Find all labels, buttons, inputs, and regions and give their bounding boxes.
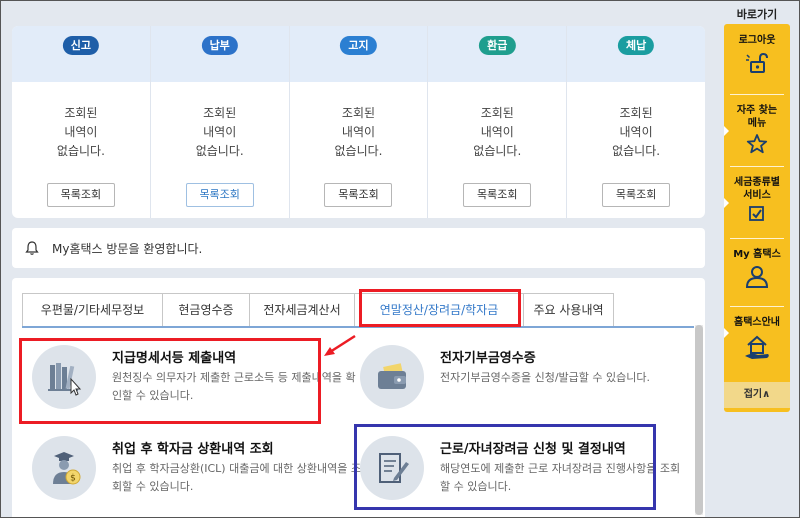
house-hand-icon	[745, 335, 769, 359]
scrollbar[interactable]	[695, 325, 703, 515]
quick-logout[interactable]: 로그아웃	[724, 26, 790, 92]
arrow-annotation-icon	[324, 334, 356, 356]
graduate-icon: $	[32, 436, 96, 500]
status-badge: 고지	[340, 36, 377, 55]
list-view-button[interactable]: 목록조회	[46, 183, 115, 207]
item-title: 근로/자녀장려금 신청 및 결정내역	[440, 442, 626, 457]
status-message: 조회된 내역이 없습니다.	[195, 106, 244, 158]
list-item-student-loan-repayment[interactable]: $ 취업 후 학자금 상환내역 조회 취업 후 학자금상환(ICL) 대출금에 …	[32, 436, 362, 516]
quick-my-hometax[interactable]: My 홈택스	[724, 240, 790, 306]
list-view-button[interactable]: 목록조회	[324, 183, 393, 207]
quick-frequent-menu[interactable]: 자주 찾는 메뉴	[724, 96, 790, 162]
status-badge: 체납	[617, 36, 655, 55]
item-description: 해당연도에 제출한 근로 자녀장려금 진행사항을 조회할 수 있습니다.	[440, 462, 681, 493]
books-icon	[32, 345, 96, 409]
welcome-text: My홈택스 방문을 환영합니다.	[52, 241, 203, 256]
list-item-e-donation-receipt[interactable]: 전자기부금영수증 전자기부금영수증을 신청/발급할 수 있습니다.	[360, 345, 690, 425]
quick-label: 세금종류별 서비스	[734, 177, 780, 201]
item-title: 전자기부금영수증	[440, 351, 536, 366]
item-description: 전자기부금영수증을 신청/발급할 수 있습니다.	[440, 371, 650, 384]
svg-text:$: $	[70, 474, 76, 484]
item-title: 지급명세서등 제출내역	[112, 351, 237, 366]
status-message: 조회된 내역이 없습니다.	[56, 106, 105, 158]
collapse-button[interactable]: 접기∧	[724, 382, 790, 408]
tab-cash-receipt[interactable]: 현금영수증	[162, 293, 250, 327]
status-column-report: 신고 조회된 내역이 없습니다. 목록조회	[12, 26, 151, 218]
status-column-payment: 납부 조회된 내역이 없습니다. 목록조회	[150, 26, 290, 218]
tab-main-usage[interactable]: 주요 사용내역	[523, 293, 614, 327]
status-badge: 신고	[62, 36, 100, 55]
quick-label: 자주 찾는 메뉴	[736, 105, 778, 129]
quick-links-bar: 로그아웃 자주 찾는 메뉴 세금종류별 서비스 My 홈택스 홈택스안내	[724, 24, 790, 412]
status-panel: 신고 조회된 내역이 없습니다. 목록조회 납부 조회된 내역이 없습니다. 목…	[12, 26, 705, 218]
tab-underline	[22, 326, 694, 328]
status-badge: 환급	[479, 36, 516, 55]
quick-tax-type-service[interactable]: 세금종류별 서비스	[724, 168, 790, 234]
list-item-withholding-statement[interactable]: 지급명세서등 제출내역 원천징수 의무자가 제출한 근로소득 등 제출내역을 확…	[32, 345, 362, 425]
list-view-button[interactable]: 목록조회	[463, 183, 532, 207]
quick-links-title: 바로가기	[736, 8, 778, 21]
quick-label: 홈택스안내	[734, 317, 780, 328]
list-item-incentive-application[interactable]: 근로/자녀장려금 신청 및 결정내역 해당연도에 제출한 근로 자녀장려금 진행…	[360, 436, 690, 516]
status-column-arrears: 체납 조회된 내역이 없습니다. 목록조회	[567, 26, 705, 218]
unlock-icon	[746, 52, 768, 73]
item-description: 원천징수 의무자가 제출한 근로소득 등 제출내역을 확인할 수 있습니다.	[112, 371, 356, 402]
scrollbar-thumb[interactable]	[695, 325, 703, 515]
item-title: 취업 후 학자금 상환내역 조회	[112, 442, 274, 457]
status-column-refund: 환급 조회된 내역이 없습니다. 목록조회	[428, 26, 568, 218]
quick-hometax-guide[interactable]: 홈택스안내	[724, 308, 790, 374]
bell-icon	[25, 241, 39, 255]
star-icon	[746, 134, 768, 154]
tab-e-tax-invoice[interactable]: 전자세금계산서	[249, 293, 355, 327]
welcome-bar: My홈택스 방문을 환영합니다.	[12, 228, 705, 268]
status-column-notice: 고지 조회된 내역이 없습니다. 목록조회	[289, 26, 429, 218]
list-view-button[interactable]: 목록조회	[185, 183, 254, 207]
checkbox-icon	[749, 206, 764, 221]
user-icon	[745, 266, 769, 288]
quick-label: My 홈택스	[733, 249, 781, 260]
tab-bar: 우편물/기타세무정보 현금영수증 전자세금계산서 연말정산/장려금/학자금 주요…	[22, 293, 614, 329]
status-badge: 납부	[201, 36, 238, 55]
tab-year-end-settlement[interactable]: 연말정산/장려금/학자금	[354, 293, 524, 327]
status-message: 조회된 내역이 없습니다.	[612, 106, 661, 158]
status-message: 조회된 내역이 없습니다.	[473, 106, 522, 158]
document-pen-icon	[360, 436, 424, 500]
item-description: 취업 후 학자금상환(ICL) 대출금에 대한 상환내역을 조회할 수 있습니다…	[112, 462, 362, 493]
status-message: 조회된 내역이 없습니다.	[334, 106, 383, 158]
list-view-button[interactable]: 목록조회	[602, 183, 671, 207]
wallet-icon	[360, 345, 424, 409]
tab-mail-tax-info[interactable]: 우편물/기타세무정보	[22, 293, 163, 327]
quick-label: 로그아웃	[738, 35, 776, 46]
